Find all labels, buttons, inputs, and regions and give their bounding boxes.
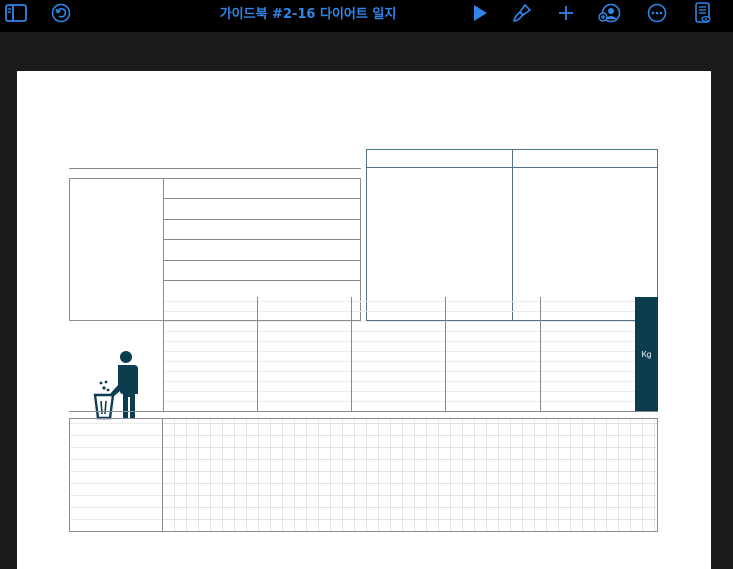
info-row-line (163, 198, 361, 199)
reader-view-button[interactable] (689, 0, 717, 26)
weight-columns[interactable] (163, 297, 635, 411)
weight-col-divider (163, 297, 164, 411)
weight-unit-bar: Kg (635, 297, 658, 411)
paintbrush-icon (512, 3, 532, 22)
document-view-icon (695, 2, 711, 23)
more-icon (647, 3, 667, 23)
info-row-line (163, 219, 361, 220)
more-button[interactable] (643, 0, 671, 26)
play-icon (474, 5, 487, 21)
info-row-line (163, 260, 361, 261)
info-row-line (163, 280, 361, 281)
weight-section-bottom-line (69, 411, 658, 412)
document-page[interactable]: Kg (17, 71, 711, 569)
weight-col-divider (351, 297, 352, 411)
canvas-area: Kg (0, 32, 733, 569)
notes-grid[interactable] (163, 419, 657, 531)
insert-button[interactable] (552, 0, 580, 26)
collaborate-button[interactable] (596, 0, 624, 26)
weight-col-divider (257, 297, 258, 411)
plus-icon (559, 6, 573, 20)
weight-col-divider (540, 297, 541, 411)
weight-unit-label: Kg (641, 349, 652, 359)
play-button[interactable] (466, 0, 494, 26)
meal-table-column-divider (512, 149, 513, 321)
format-button[interactable] (508, 0, 536, 26)
notes-label-area (70, 419, 163, 531)
collaborate-icon (598, 3, 621, 23)
weight-col-divider (445, 297, 446, 411)
title-line (69, 168, 361, 169)
info-row-line (163, 239, 361, 240)
toolbar: 가이드북 #2-16 다이어트 일지 (0, 0, 733, 32)
